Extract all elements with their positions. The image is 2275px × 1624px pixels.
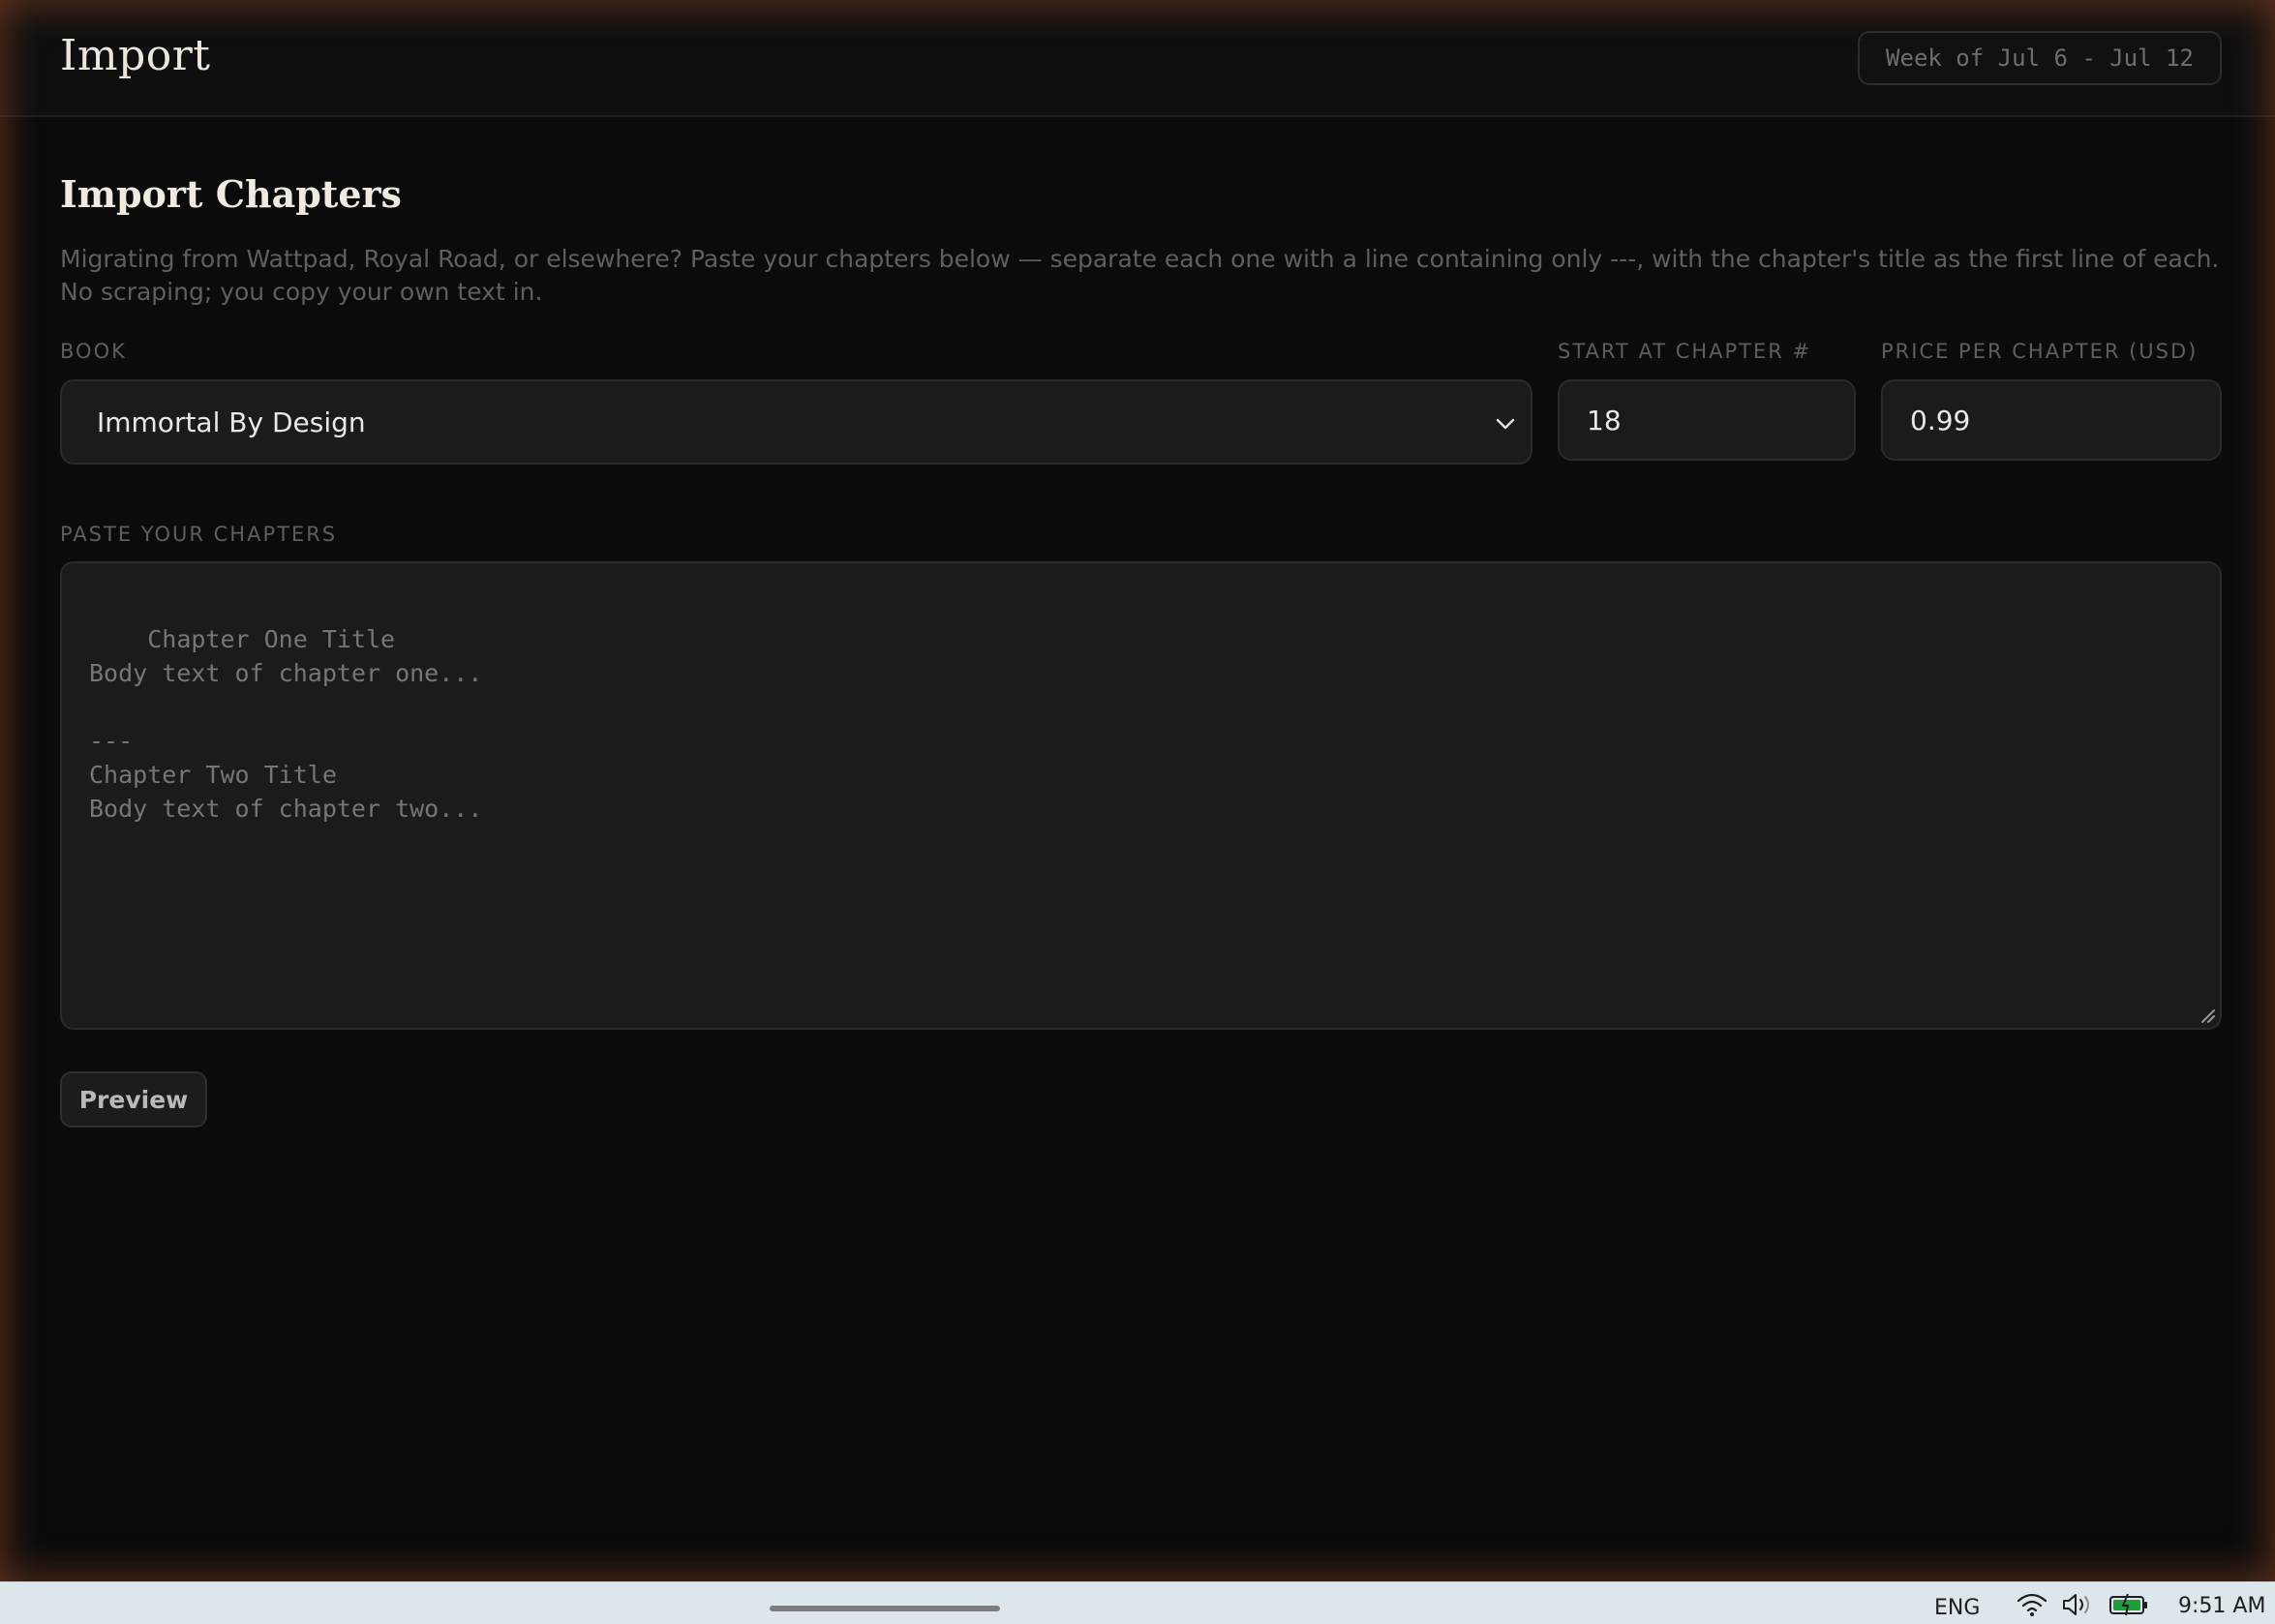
price-per-chapter-input[interactable]: 0.99 [1881,379,2222,461]
app-window: Import Week of Jul 6 - Jul 12 Import Cha… [0,0,2275,1581]
book-label: BOOK [60,340,127,363]
resize-handle-icon[interactable] [2199,1007,2216,1024]
chapters-textarea[interactable]: Chapter One Title Body text of chapter o… [60,561,2222,1030]
taskbar: ENG 9:51 AM [0,1581,2275,1624]
start-chapter-label: START AT CHAPTER # [1558,340,1812,363]
chevron-down-icon [1496,418,1515,430]
language-indicator[interactable]: ENG [1934,1596,1980,1620]
page-title: Import [60,31,211,80]
volume-icon[interactable] [2060,1592,2095,1617]
start-chapter-value: 18 [1587,404,1622,436]
preview-button[interactable]: Preview [60,1071,207,1128]
clock[interactable]: 9:51 AM [2178,1594,2265,1618]
chapters-label: PASTE YOUR CHAPTERS [60,523,338,546]
battery-icon[interactable] [2108,1592,2149,1617]
book-select-value: Immortal By Design [97,406,366,438]
home-indicator[interactable] [770,1606,1000,1611]
import-description: Migrating from Wattpad, Royal Road, or e… [60,245,2220,306]
week-range-button[interactable]: Week of Jul 6 - Jul 12 [1858,31,2222,85]
start-chapter-input[interactable]: 18 [1558,379,1856,461]
top-header: Import Week of Jul 6 - Jul 12 [0,0,2275,117]
book-select[interactable]: Immortal By Design [60,379,1532,465]
wifi-icon[interactable] [2016,1592,2048,1617]
price-value: 0.99 [1910,404,1971,436]
section-title: Import Chapters [60,172,402,216]
chapters-placeholder: Chapter One Title Body text of chapter o… [89,625,483,823]
price-label: PRICE PER CHAPTER (USD) [1881,340,2199,363]
